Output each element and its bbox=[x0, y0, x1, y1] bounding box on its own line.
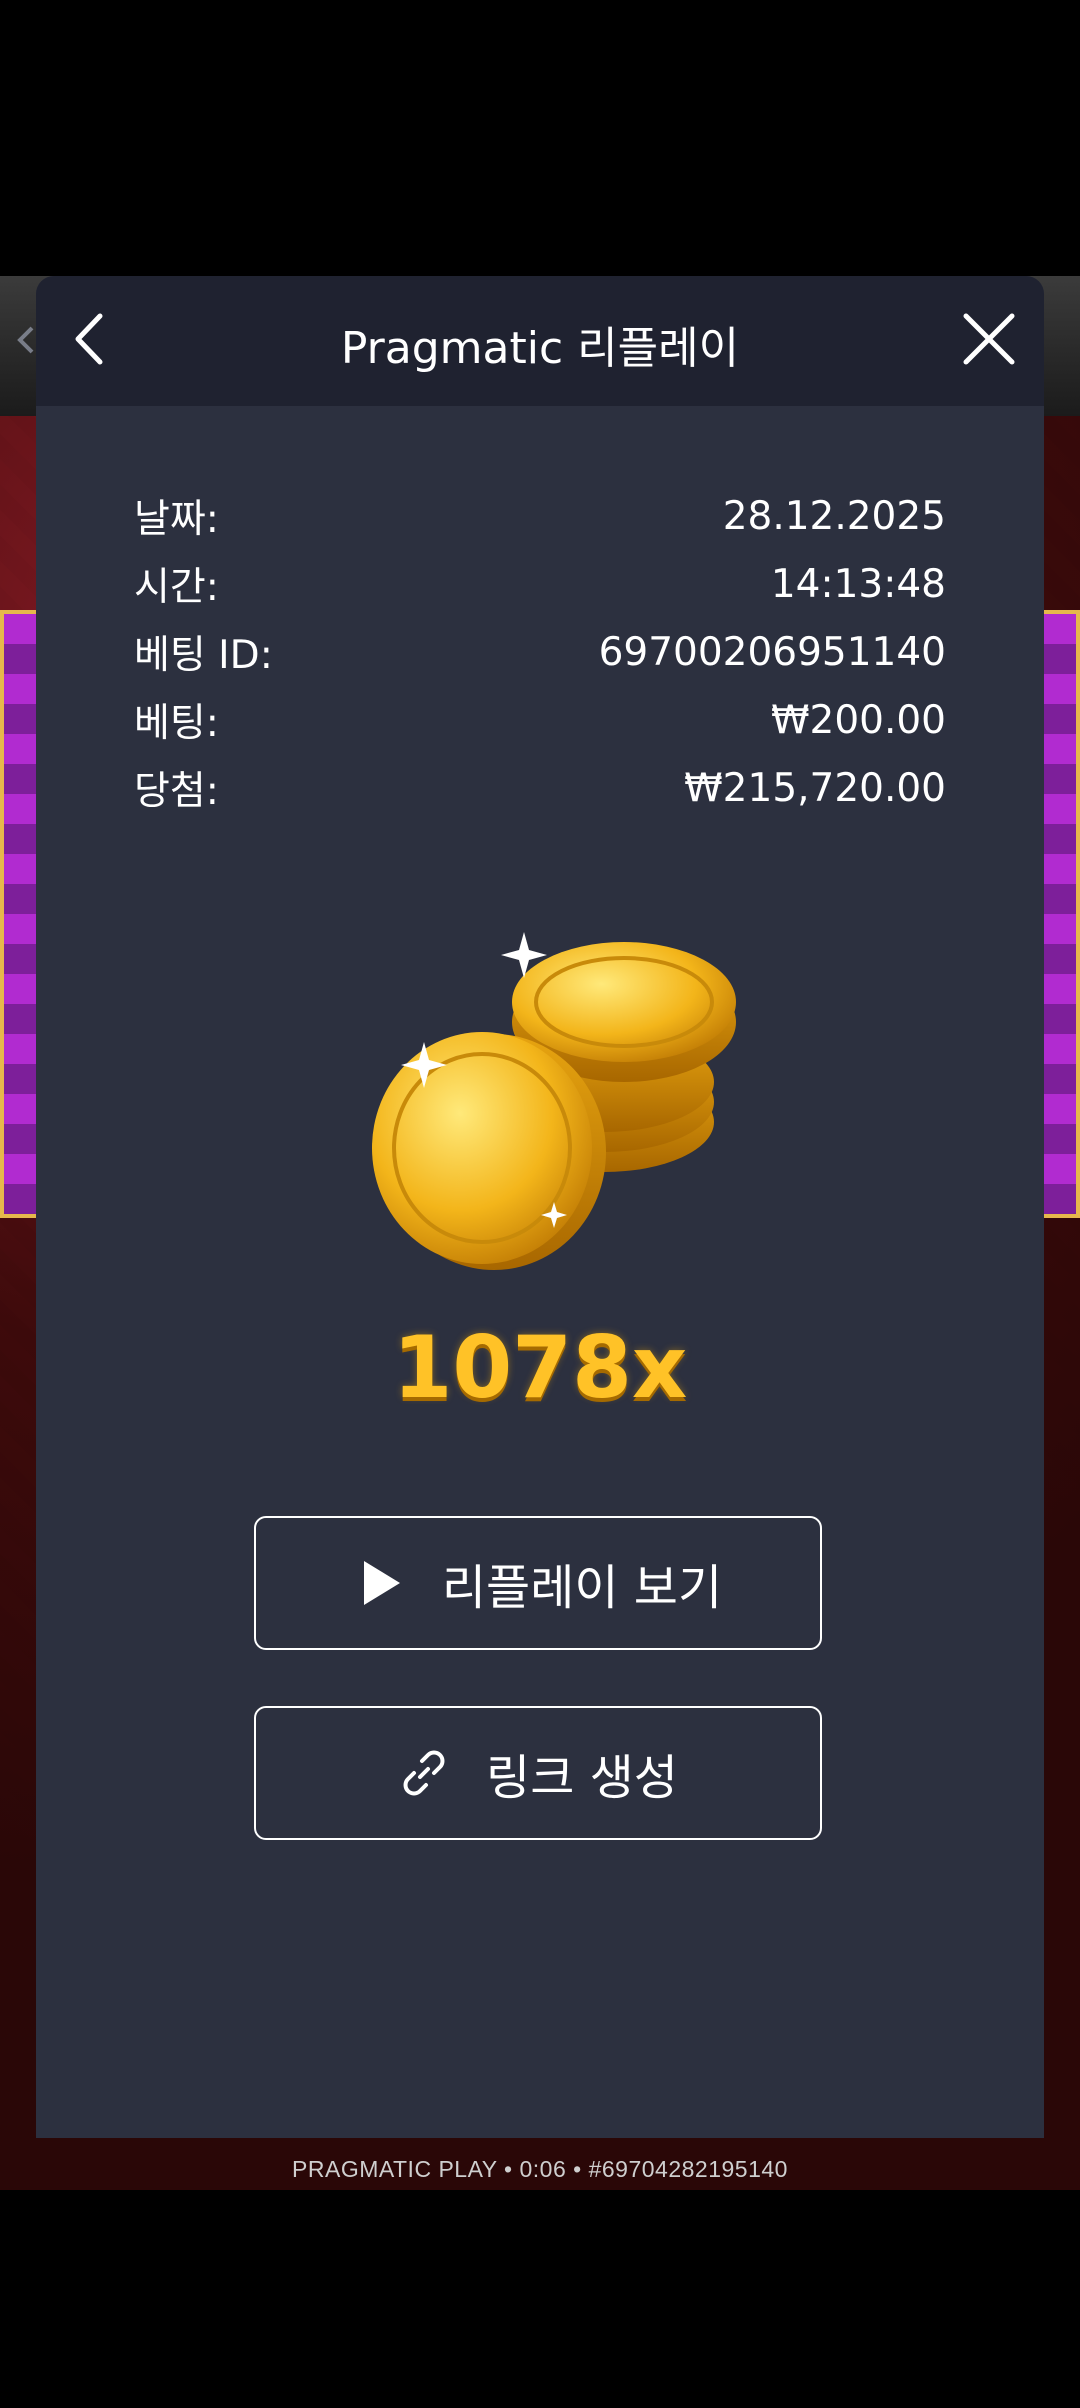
info-value: ₩215,720.00 bbox=[684, 765, 946, 811]
gold-coins-icon bbox=[372, 932, 736, 1270]
replay-modal: Pragmatic 리플레이 날짜: 28.12.2025 시간: 14:13:… bbox=[36, 276, 1044, 2138]
info-row-bet-id: 베팅 ID: 69700206951140 bbox=[134, 618, 946, 686]
info-label: 베팅 ID: bbox=[134, 633, 273, 678]
game-footer: PRAGMATIC PLAY • 0:06 • #69704282195140 bbox=[292, 2156, 788, 2182]
link-icon bbox=[403, 1750, 445, 1796]
bet-info-list: 날짜: 28.12.2025 시간: 14:13:48 베팅 ID: 69700… bbox=[134, 482, 946, 822]
info-label: 날짜: bbox=[134, 497, 219, 542]
close-icon[interactable] bbox=[954, 304, 1024, 374]
info-label: 당첨: bbox=[134, 769, 219, 814]
win-multiplier: 1078x bbox=[392, 1318, 688, 1418]
create-link-button[interactable]: 링크 생성 bbox=[254, 1706, 822, 1840]
info-row-win: 당첨: ₩215,720.00 bbox=[134, 754, 946, 822]
modal-title: Pragmatic 리플레이 bbox=[340, 323, 740, 374]
info-row-date: 날짜: 28.12.2025 bbox=[134, 482, 946, 550]
info-value: 14:13:48 bbox=[770, 561, 946, 607]
info-value: 69700206951140 bbox=[598, 629, 946, 675]
info-row-bet: 베팅: ₩200.00 bbox=[134, 686, 946, 754]
modal-header: Pragmatic 리플레이 bbox=[36, 276, 1044, 406]
view-replay-button[interactable]: 리플레이 보기 bbox=[254, 1516, 822, 1650]
info-value: 28.12.2025 bbox=[722, 493, 946, 539]
info-value: ₩200.00 bbox=[770, 697, 946, 743]
view-replay-label: 리플레이 보기 bbox=[441, 1560, 723, 1616]
info-label: 시간: bbox=[134, 565, 219, 610]
info-row-time: 시간: 14:13:48 bbox=[134, 550, 946, 618]
play-icon bbox=[363, 1561, 400, 1605]
info-label: 베팅: bbox=[134, 701, 219, 746]
create-link-label: 링크 생성 bbox=[486, 1750, 678, 1806]
